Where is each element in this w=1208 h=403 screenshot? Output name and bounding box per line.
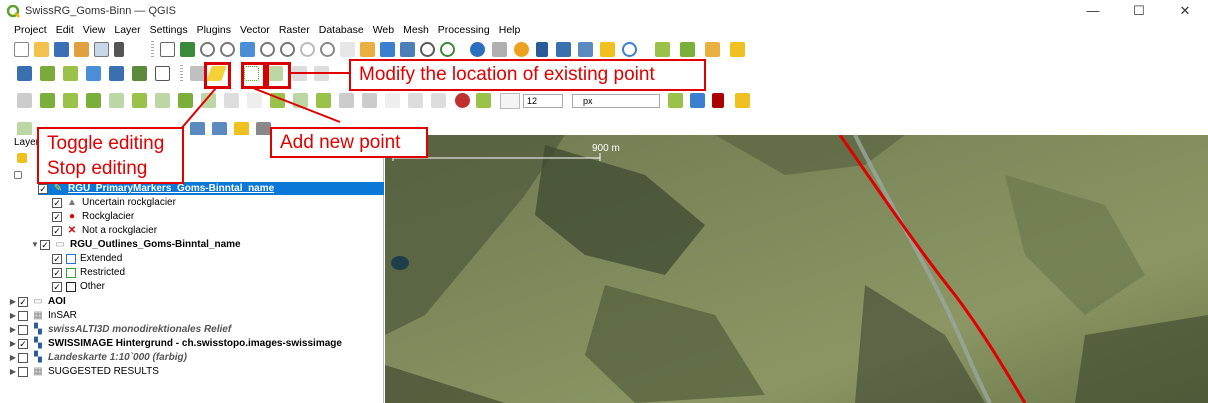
modify-point-callout: Modify the location of existing point [349, 59, 706, 91]
toggle-editing-text: Toggle editing [47, 133, 165, 154]
stop-editing-text: Stop editing [47, 158, 148, 179]
toggle-editing-callout: Toggle editing Stop editing [37, 127, 184, 184]
add-point-callout: Add new point [270, 127, 428, 158]
